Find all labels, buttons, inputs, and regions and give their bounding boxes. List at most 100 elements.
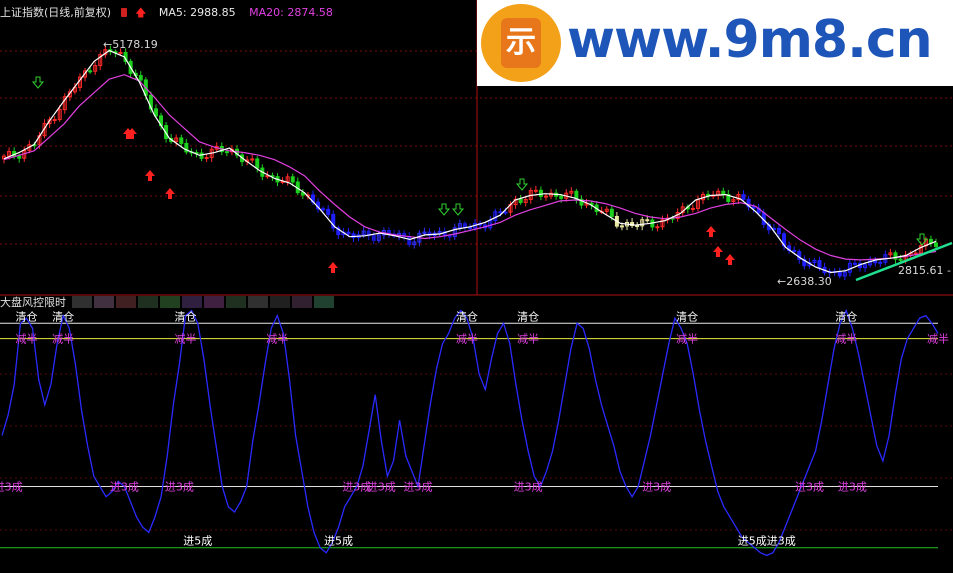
annotation-high: ←5178.19: [103, 38, 158, 51]
level-label: 清仓: [456, 309, 478, 323]
header-color-block: [182, 296, 202, 308]
candle-body: [468, 227, 472, 230]
level-label: 减半: [175, 332, 197, 346]
candle-body: [837, 271, 842, 277]
candle-body: [533, 189, 538, 192]
level-label: 减半: [15, 332, 37, 346]
level-label: 减半: [52, 332, 74, 346]
header-color-block: [248, 296, 268, 308]
level-label: 减半: [835, 332, 857, 346]
level-label: 减半: [517, 332, 539, 346]
candle-body: [543, 195, 548, 198]
candle-body: [503, 211, 508, 214]
candle-body: [447, 235, 452, 238]
candle-body: [371, 235, 376, 241]
level-label: 进5成: [324, 535, 353, 548]
candle-body: [852, 262, 857, 265]
annotation-low: ←2638.30: [777, 275, 832, 288]
level-label: 清仓: [15, 309, 37, 323]
candle-body: [321, 208, 326, 211]
candle-body: [538, 189, 543, 197]
candle-body: [751, 206, 756, 209]
candle-body: [326, 208, 331, 215]
candle-body: [776, 227, 781, 235]
watermark-logo-icon: 示: [481, 4, 561, 82]
candle-body: [204, 157, 209, 160]
level-label: 进3成: [404, 481, 433, 494]
level-label: 进3成: [514, 481, 543, 494]
candle-body: [224, 151, 229, 154]
level-label: 清仓: [175, 309, 197, 323]
candle-body: [898, 258, 903, 261]
buy-arrow-icon: [165, 188, 175, 199]
level-label: 进3成: [642, 481, 671, 494]
level-label: 清仓: [517, 309, 539, 323]
level-label: 进5成: [183, 535, 212, 548]
indicator-header: 大盘风控限时: [0, 296, 66, 310]
candle-body: [255, 158, 260, 169]
level-label: 清仓: [676, 309, 698, 323]
candle-body: [179, 137, 184, 144]
candle-body: [518, 198, 523, 203]
indicator-panel: 清仓减半清仓减半清仓减半减半清仓减半清仓减半清仓减半清仓减半减半进3成进3成进3…: [0, 308, 949, 557]
level-label: 进3成: [110, 481, 139, 494]
level-label: 减半: [927, 332, 949, 346]
header-color-block: [160, 296, 180, 308]
level-label: 减半: [456, 332, 478, 346]
candle-body: [138, 75, 143, 81]
level-label: 进5成进3成: [738, 535, 796, 548]
candle-body: [635, 225, 640, 228]
chart-title: 上证指数(日线,前复权): [0, 6, 112, 19]
level-label: 清仓: [835, 309, 857, 323]
buy-arrow-icon: [713, 246, 723, 257]
sell-arrow-icon: [451, 203, 465, 216]
sell-arrow-icon: [31, 76, 45, 89]
candle-body: [17, 155, 22, 159]
candle-body: [88, 70, 93, 73]
candle-body: [873, 260, 878, 264]
candle-body: [52, 119, 57, 122]
annotation-trendline-end: 2815.61 - 2: [898, 264, 953, 277]
candle-body: [118, 51, 123, 54]
header-color-block: [270, 296, 290, 308]
sell-arrow-icon: [515, 178, 529, 191]
settings-icon[interactable]: [120, 8, 127, 17]
candle-body: [934, 242, 938, 247]
header-color-block: [94, 296, 114, 308]
candle-body: [559, 195, 564, 199]
header-color-block: [72, 296, 92, 308]
candle-body: [619, 225, 624, 228]
level-label: 进3成: [838, 481, 867, 494]
ma20-line: [3, 74, 937, 261]
candle-body: [498, 211, 503, 214]
candle-body: [741, 194, 746, 200]
candle-body: [690, 207, 695, 210]
header-color-block: [116, 296, 136, 308]
buy-arrow-icon: [706, 226, 716, 237]
level-label: 减半: [266, 332, 288, 346]
level-label: 进3成: [795, 481, 824, 494]
header-color-block: [138, 296, 158, 308]
ma20-value: MA20: 2874.58: [249, 6, 333, 19]
indicator-title: 大盘风控限时: [0, 296, 66, 309]
header-color-block: [292, 296, 312, 308]
main-chart-header: 上证指数(日线,前复权) 🡅 MA5: 2988.85 MA20: 2874.5…: [0, 6, 333, 20]
level-label: 进3成: [0, 481, 23, 494]
buy-arrow-icon: [725, 254, 735, 265]
level-label: 清仓: [52, 309, 74, 323]
level-label: 进3成: [165, 481, 194, 494]
header-color-block: [204, 296, 224, 308]
candle-body: [878, 261, 883, 264]
sell-arrow-icon: [437, 203, 451, 216]
candle-body: [655, 226, 660, 229]
level-label: 进3成: [367, 481, 396, 494]
risk-indicator-line: [1, 308, 939, 557]
header-color-block: [314, 296, 334, 308]
ma5-value: MA5: 2988.85: [158, 6, 236, 19]
level-label: 减半: [676, 332, 698, 346]
candle-body: [721, 190, 726, 195]
candle-body: [290, 176, 295, 183]
candle-body: [817, 260, 822, 268]
buy-arrow-icon: [145, 170, 155, 181]
buy-arrow-icon: [328, 262, 338, 273]
